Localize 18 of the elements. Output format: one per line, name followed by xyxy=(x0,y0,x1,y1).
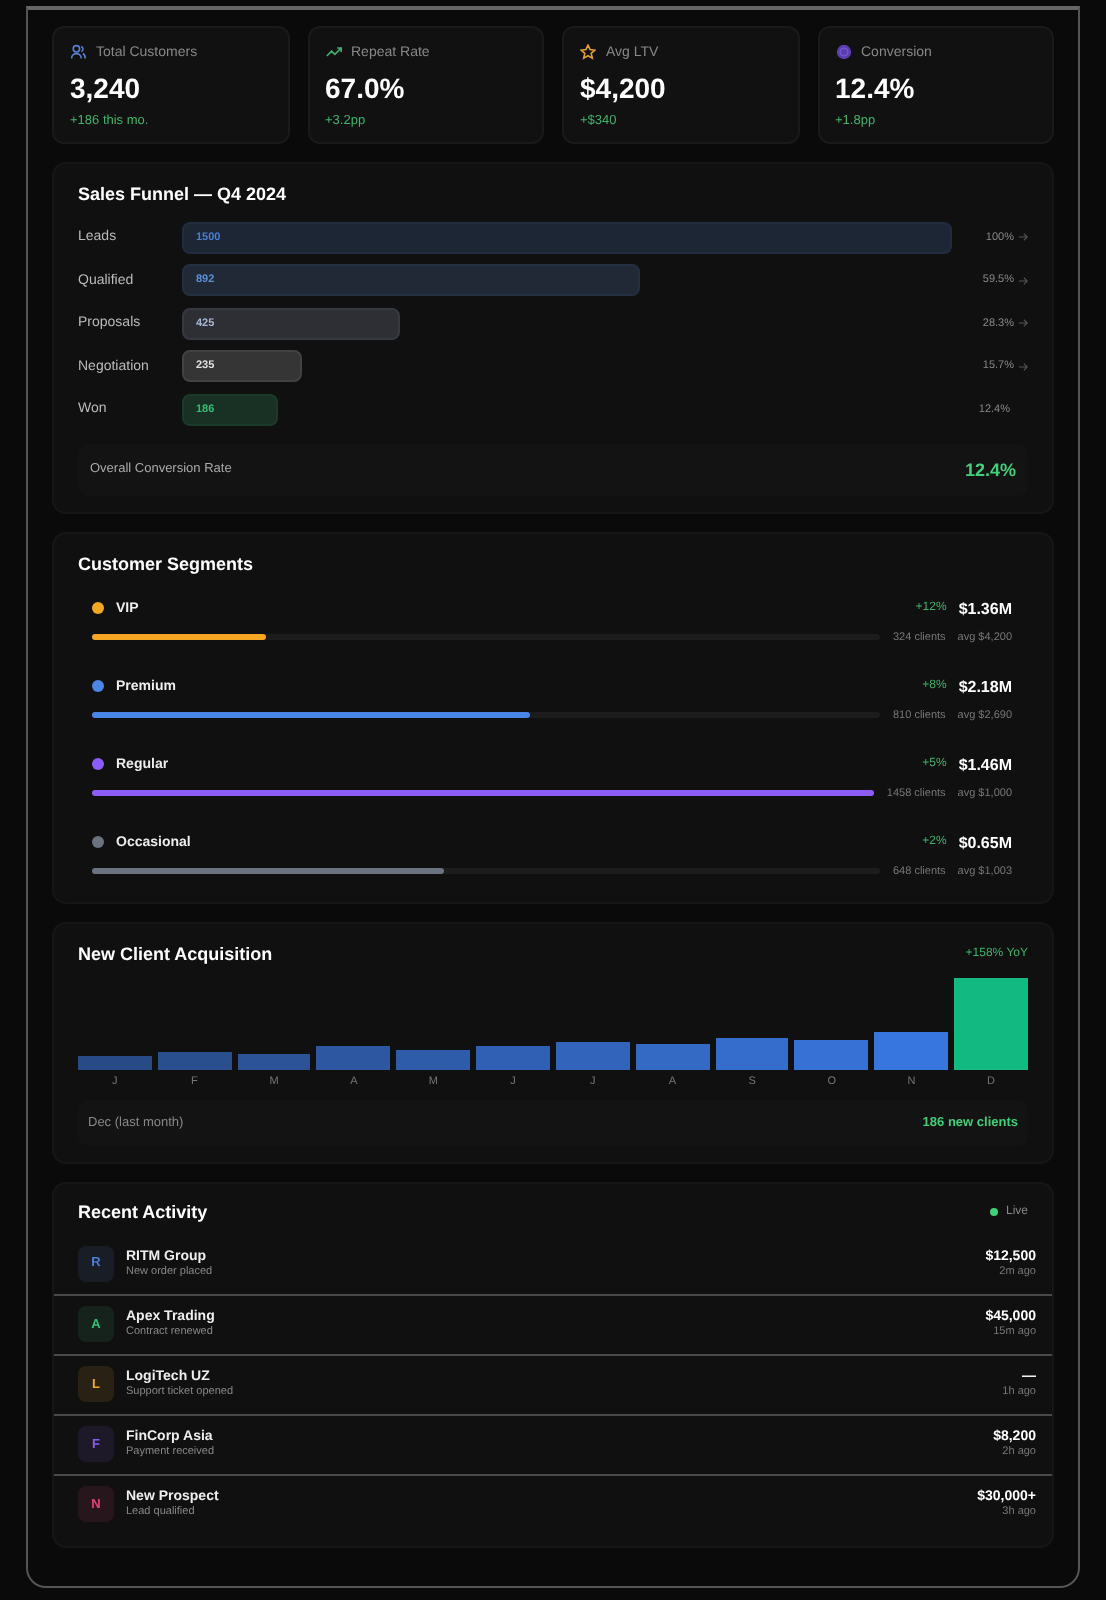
section-title: Sales Funnel — Q4 2024 xyxy=(78,184,289,204)
live-dot xyxy=(989,1207,998,1215)
star-icon xyxy=(580,44,596,60)
trend-up-icon xyxy=(325,44,341,60)
kpi-value: 67.0% xyxy=(325,72,407,104)
segment-revenue: $1.46M xyxy=(958,755,1012,773)
section-title: New Client Acquisition xyxy=(78,943,273,963)
kpi-value: 3,240 xyxy=(70,72,143,104)
segment-revenue: $2.18M xyxy=(958,677,1012,695)
users-icon xyxy=(70,44,86,60)
kpi-value: $4,200 xyxy=(580,72,668,104)
target-icon xyxy=(835,44,851,60)
section-title: Customer Segments xyxy=(78,553,256,573)
section-title: Recent Activity xyxy=(78,1201,208,1221)
segment-revenue: $0.65M xyxy=(958,833,1012,851)
kpi-value: 12.4% xyxy=(835,72,917,104)
summary-value: 12.4% xyxy=(964,459,1016,479)
segment-revenue: $1.36M xyxy=(958,599,1012,617)
